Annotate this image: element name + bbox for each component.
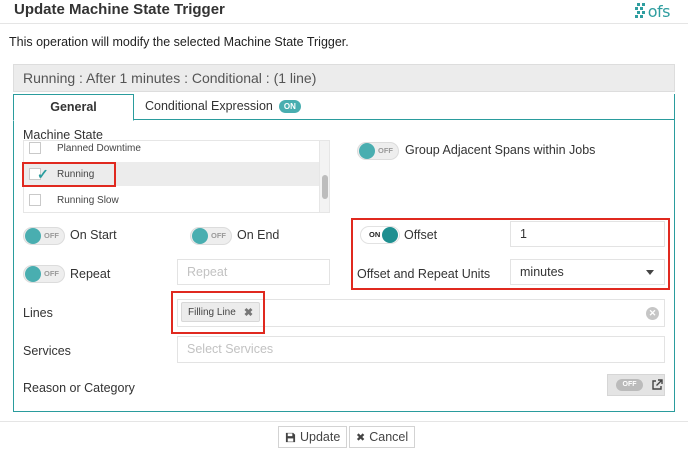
dialog-titlebar: Update Machine State Trigger ofs [0, 0, 688, 24]
lines-label: Lines [23, 306, 53, 320]
repeat-toggle[interactable]: OFF [23, 265, 65, 283]
group-adjacent-toggle[interactable]: OFF [357, 142, 399, 160]
on-start-toggle[interactable]: OFF [23, 227, 65, 245]
tab-row: General Conditional Expression ON [13, 94, 675, 121]
ofs-logo: ofs [634, 0, 671, 22]
tab-conditional-expression[interactable]: Conditional Expression ON [145, 99, 301, 113]
update-button[interactable]: Update [278, 426, 348, 448]
ofs-logo-icon [634, 3, 645, 18]
list-scrollbar[interactable] [319, 141, 329, 212]
update-label: Update [300, 430, 341, 444]
logo-text: ofs [647, 1, 671, 21]
tab-conditional-label: Conditional Expression [145, 99, 273, 113]
toggle-state-text: OFF [211, 231, 226, 240]
dialog-title: Update Machine State Trigger [14, 1, 225, 18]
highlight-offset [351, 218, 670, 290]
checkbox[interactable] [29, 194, 41, 206]
toggle-state-text: OFF [44, 269, 59, 278]
cancel-label: Cancel [369, 430, 409, 444]
footer-divider [0, 421, 688, 422]
checkbox[interactable] [29, 142, 41, 154]
toggle-state-text: OFF [44, 231, 59, 240]
repeat-input[interactable]: Repeat [177, 259, 330, 285]
list-item-label: Planned Downtime [57, 142, 141, 154]
intro-text: This operation will modify the selected … [9, 35, 349, 49]
list-item[interactable]: Running Slow [24, 188, 319, 212]
repeat-label: Repeat [70, 267, 111, 281]
toggle-state-text: OFF [378, 146, 393, 155]
toggle-knob [192, 228, 208, 244]
toggle-knob [359, 143, 375, 159]
tab-general[interactable]: General [13, 94, 134, 121]
cancel-button[interactable]: ✖ Cancel [349, 426, 416, 448]
group-adjacent-label: Group Adjacent Spans within Jobs [405, 143, 596, 157]
toggle-knob [25, 266, 41, 282]
on-end-toggle[interactable]: OFF [190, 227, 232, 245]
list-item-label: Running Slow [57, 194, 119, 206]
toggle-knob [25, 228, 41, 244]
reason-button[interactable]: OFF [607, 374, 665, 396]
scrollbar-thumb[interactable] [322, 175, 328, 199]
highlight-running [22, 162, 116, 187]
conditional-on-badge: ON [278, 99, 301, 113]
save-icon [285, 432, 296, 442]
clear-icon[interactable]: ✕ [646, 307, 659, 320]
services-label: Services [23, 344, 71, 358]
external-link-icon [652, 379, 663, 390]
on-end-label: On End [237, 228, 280, 242]
close-icon: ✖ [356, 431, 366, 444]
services-input[interactable]: Select Services [177, 336, 665, 363]
highlight-lines-tag [171, 291, 265, 334]
reason-label: Reason or Category [23, 381, 135, 395]
list-item[interactable]: Planned Downtime [24, 141, 319, 160]
trigger-summary: Running : After 1 minutes : Conditional … [13, 64, 675, 92]
on-start-label: On Start [70, 228, 117, 242]
reason-toggle[interactable]: OFF [616, 379, 643, 391]
